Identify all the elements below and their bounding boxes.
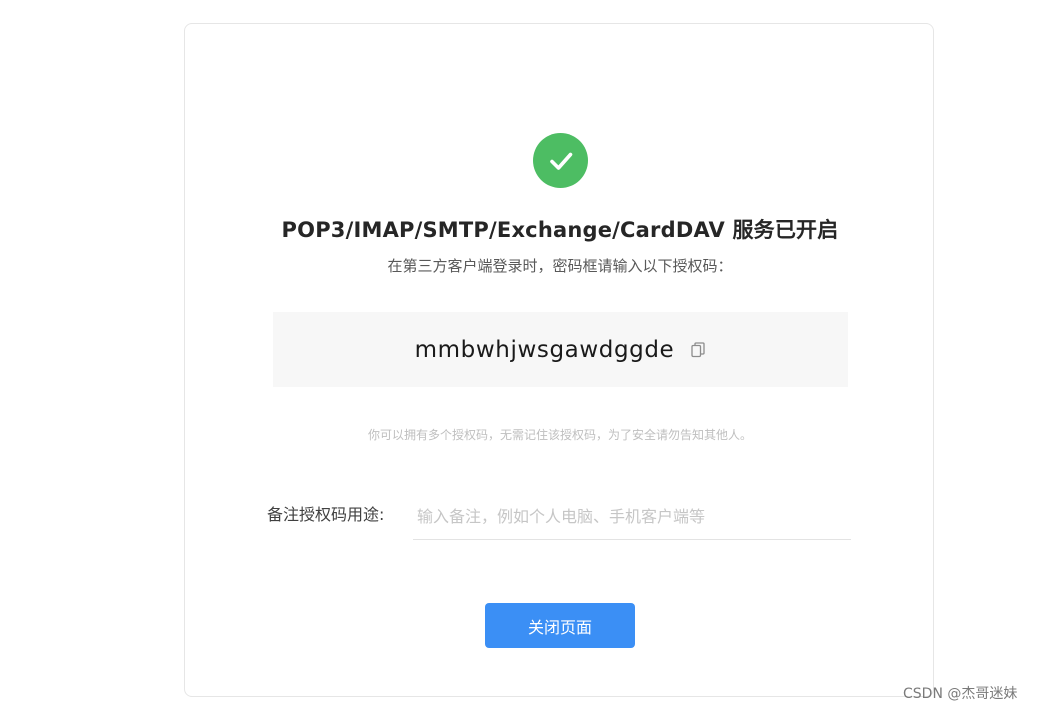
remark-label: 备注授权码用途: <box>267 505 385 524</box>
auth-code-card: POP3/IMAP/SMTP/Exchange/CardDAV 服务已开启 在第… <box>184 23 934 697</box>
csdn-watermark: CSDN @杰哥迷妹 <box>903 686 1018 702</box>
close-page-button[interactable]: 关闭页面 <box>485 603 635 648</box>
check-circle-icon <box>533 133 588 188</box>
auth-code-value[interactable]: mmbwhjwsgawdggde <box>415 337 675 363</box>
remark-input[interactable] <box>413 494 851 540</box>
copy-icon[interactable] <box>690 341 706 358</box>
auth-code-box: mmbwhjwsgawdggde <box>273 312 848 387</box>
page-title: POP3/IMAP/SMTP/Exchange/CardDAV 服务已开启 <box>281 218 839 242</box>
check-mark <box>549 152 572 170</box>
page: POP3/IMAP/SMTP/Exchange/CardDAV 服务已开启 在第… <box>0 0 1056 710</box>
page-subtitle: 在第三方客户端登录时，密码框请输入以下授权码： <box>387 257 733 275</box>
security-hint: 你可以拥有多个授权码，无需记住该授权码，为了安全请勿告知其他人。 <box>367 428 752 442</box>
